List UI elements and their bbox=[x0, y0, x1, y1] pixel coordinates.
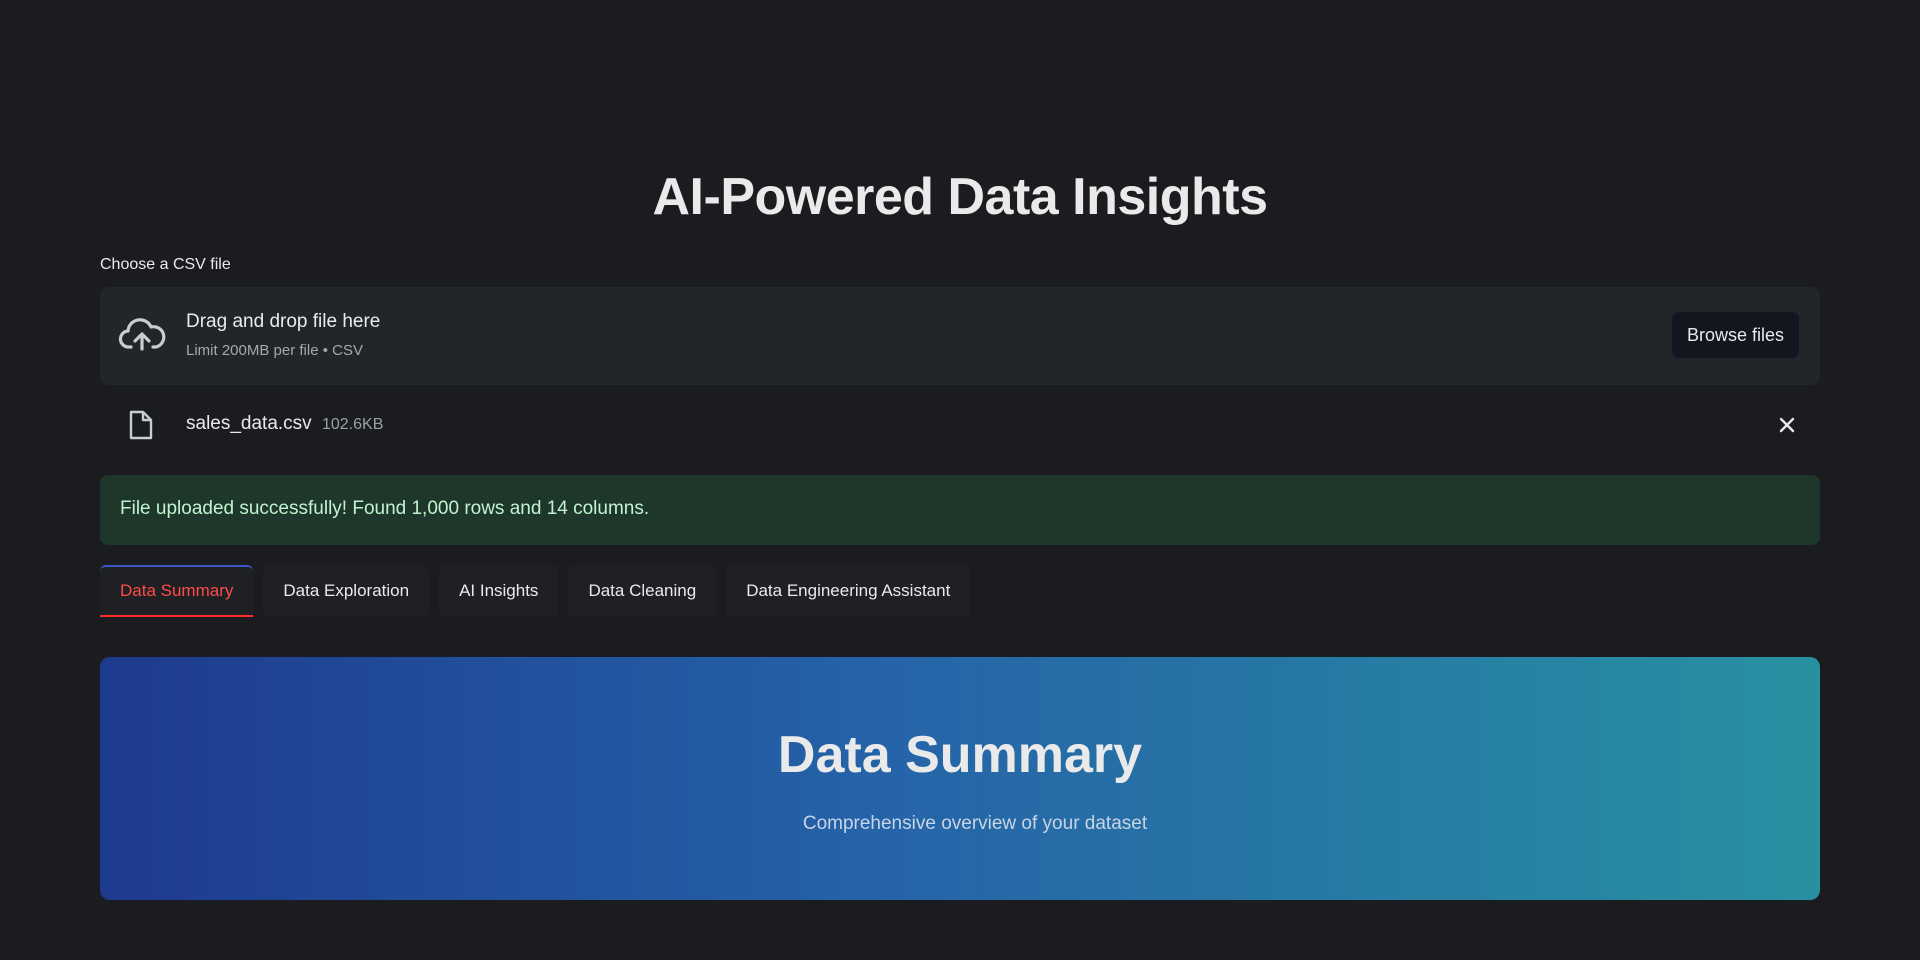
cloud-upload-icon bbox=[118, 318, 166, 351]
tab-data-cleaning[interactable]: Data Cleaning bbox=[568, 565, 717, 615]
banner-subtitle: Comprehensive overview of your dataset bbox=[802, 813, 1148, 834]
data-summary-banner: Data Summary Comprehensive overview of y… bbox=[100, 657, 1820, 900]
page-title: AI-Powered Data Insights bbox=[652, 168, 1269, 226]
tab-bar: Data Summary Data Exploration AI Insight… bbox=[100, 565, 971, 617]
dropzone-title: Drag and drop file here bbox=[186, 311, 381, 332]
uploader-label: Choose a CSV file bbox=[100, 256, 231, 273]
file-size: 102.6KB bbox=[322, 416, 384, 433]
success-alert: File uploaded successfully! Found 1,000 … bbox=[100, 475, 1820, 545]
success-alert-message: File uploaded successfully! Found 1,000 … bbox=[120, 498, 650, 519]
close-icon[interactable] bbox=[1776, 414, 1798, 436]
tab-data-summary[interactable]: Data Summary bbox=[100, 565, 254, 617]
file-name: sales_data.csv bbox=[186, 413, 312, 434]
uploaded-file-row: sales_data.csv 102.6KB bbox=[100, 404, 1820, 444]
app-page: AI-Powered Data Insights Choose a CSV fi… bbox=[0, 0, 1920, 960]
dropzone-subtitle: Limit 200MB per file • CSV bbox=[186, 342, 363, 359]
file-dropzone[interactable]: Drag and drop file here Limit 200MB per … bbox=[100, 287, 1820, 385]
banner-title: Data Summary bbox=[777, 726, 1143, 784]
file-icon bbox=[129, 410, 153, 440]
tab-ai-insights[interactable]: AI Insights bbox=[439, 565, 559, 615]
browse-files-button[interactable]: Browse files bbox=[1670, 311, 1800, 359]
tab-data-engineering-assistant[interactable]: Data Engineering Assistant bbox=[726, 565, 971, 615]
tab-data-exploration[interactable]: Data Exploration bbox=[263, 565, 430, 615]
